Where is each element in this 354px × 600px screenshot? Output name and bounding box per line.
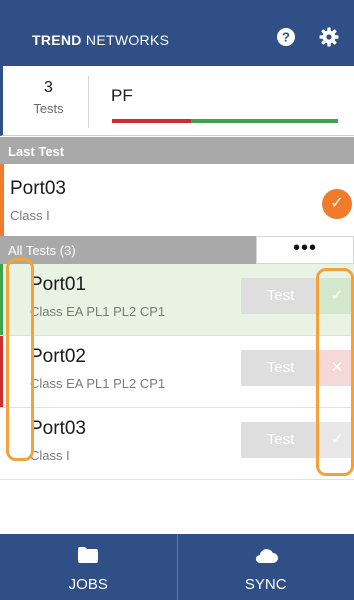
check-circle-icon: ✓: [322, 189, 352, 219]
sync-label: SYNC: [244, 576, 287, 593]
gear-icon[interactable]: [319, 27, 339, 47]
test-row-port02[interactable]: Port02 Class EA PL1 PL2 CP1 Test ✕: [0, 336, 354, 408]
test-row-port03[interactable]: Port03 Class I Test ✓: [0, 408, 354, 480]
more-options-button[interactable]: •••: [256, 236, 354, 264]
pass-fail-bar: [112, 119, 338, 123]
bottom-nav: JOBS SYNC: [0, 534, 354, 600]
row-status-stripe: [0, 336, 3, 407]
test-button[interactable]: Test: [241, 350, 320, 386]
row-status-stripe: [0, 264, 3, 335]
section-all-tests: All Tests (3) •••: [0, 236, 354, 264]
brand-bold: TREND: [32, 32, 82, 48]
row-subtitle: Class EA PL1 PL2 CP1: [30, 304, 166, 319]
jobs-label: JOBS: [68, 576, 108, 593]
jobs-button[interactable]: JOBS: [0, 534, 177, 600]
row-title: Port02: [30, 346, 86, 367]
summary-panel: 3 Tests PF: [0, 66, 354, 136]
test-button[interactable]: Test: [241, 278, 320, 314]
brand-rest: NETWORKS: [81, 32, 170, 48]
folder-icon: [78, 547, 99, 563]
app-header: TREND NETWORKS ?: [0, 0, 354, 66]
section-last-test: Last Test: [0, 137, 354, 164]
last-test-title: Port03: [10, 178, 66, 199]
last-test-row[interactable]: Port03 Class I: [0, 164, 354, 236]
last-test-subtitle: Class I: [10, 208, 50, 223]
test-count-box: 3 Tests: [9, 76, 89, 128]
test-count-label: Tests: [33, 101, 64, 116]
all-tests-label: All Tests (3): [8, 243, 76, 258]
sync-button[interactable]: SYNC: [176, 534, 354, 600]
highlight-status-marks: [316, 268, 354, 476]
row-title: Port03: [30, 418, 86, 439]
fail-segment: [112, 119, 192, 123]
brand-logo: TREND NETWORKS: [32, 32, 169, 48]
pass-segment: [191, 119, 338, 123]
test-row-port01[interactable]: Port01 Class EA PL1 PL2 CP1 Test ✓: [0, 264, 354, 336]
test-count: 3: [44, 79, 53, 96]
summary-status: PF: [111, 86, 133, 105]
row-title: Port01: [30, 274, 86, 295]
row-subtitle: Class I: [30, 448, 70, 463]
cloud-icon: [255, 549, 278, 564]
highlight-status-stripes: [6, 258, 34, 461]
row-subtitle: Class EA PL1 PL2 CP1: [30, 376, 166, 391]
svg-text:?: ?: [282, 30, 290, 45]
help-icon[interactable]: ?: [276, 27, 296, 47]
test-button[interactable]: Test: [241, 422, 320, 458]
